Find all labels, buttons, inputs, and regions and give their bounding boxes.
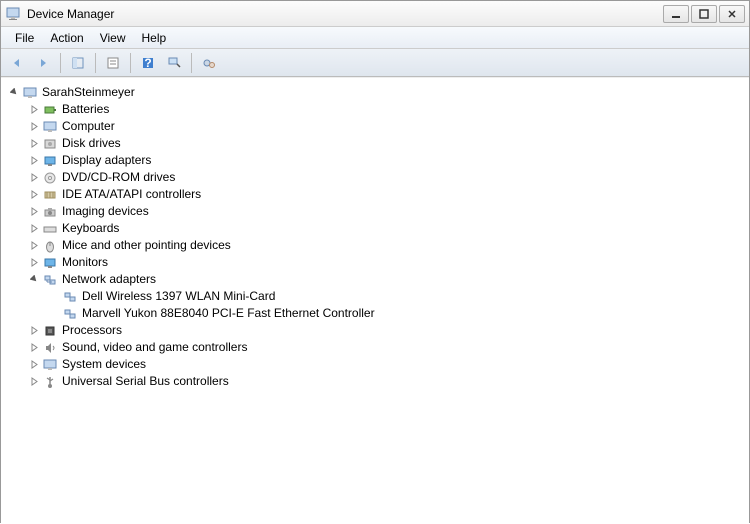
tree-category-processors[interactable]: Processors — [5, 322, 745, 339]
collapse-icon[interactable] — [29, 274, 40, 285]
tree-label: Keyboards — [62, 220, 119, 237]
tree-label: Monitors — [62, 254, 108, 271]
toolbar-separator — [191, 53, 192, 73]
computer-icon — [42, 119, 58, 135]
tree-label: Sound, video and game controllers — [62, 339, 247, 356]
close-button[interactable] — [719, 5, 745, 23]
tree-root[interactable]: SarahSteinmeyer — [5, 84, 745, 101]
tree-category-keyboards[interactable]: Keyboards — [5, 220, 745, 237]
expand-icon[interactable] — [29, 138, 40, 149]
expand-icon[interactable] — [29, 121, 40, 132]
expand-icon[interactable] — [29, 223, 40, 234]
toolbar: ? — [1, 49, 749, 77]
monitor-icon — [42, 255, 58, 271]
app-icon — [5, 6, 21, 22]
tree-label: Batteries — [62, 101, 109, 118]
toolbar-separator — [60, 53, 61, 73]
expand-icon[interactable] — [29, 359, 40, 370]
expand-icon[interactable] — [29, 257, 40, 268]
maximize-button[interactable] — [691, 5, 717, 23]
tree-device-wlan[interactable]: Dell Wireless 1397 WLAN Mini-Card — [5, 288, 745, 305]
system-icon — [42, 357, 58, 373]
expand-icon[interactable] — [29, 325, 40, 336]
menu-file[interactable]: File — [7, 29, 42, 47]
menubar: File Action View Help — [1, 27, 749, 49]
expand-icon[interactable] — [29, 104, 40, 115]
show-hide-button[interactable] — [66, 52, 90, 74]
scan-button[interactable] — [162, 52, 186, 74]
tree-label: System devices — [62, 356, 146, 373]
expand-icon[interactable] — [29, 240, 40, 251]
tree-category-sound[interactable]: Sound, video and game controllers — [5, 339, 745, 356]
help-button[interactable]: ? — [136, 52, 160, 74]
tree-device-ethernet[interactable]: Marvell Yukon 88E8040 PCI-E Fast Etherne… — [5, 305, 745, 322]
window-title: Device Manager — [27, 7, 663, 21]
network-adapter-icon — [62, 306, 78, 322]
tree-label: DVD/CD-ROM drives — [62, 169, 175, 186]
network-icon — [42, 272, 58, 288]
expand-icon[interactable] — [29, 342, 40, 353]
tree-label: Universal Serial Bus controllers — [62, 373, 229, 390]
menu-view[interactable]: View — [92, 29, 134, 47]
tree-label: Display adapters — [62, 152, 151, 169]
expand-icon[interactable] — [29, 206, 40, 217]
battery-icon — [42, 102, 58, 118]
tree-label: Imaging devices — [62, 203, 149, 220]
tree-category-monitors[interactable]: Monitors — [5, 254, 745, 271]
keyboard-icon — [42, 221, 58, 237]
speaker-icon — [42, 340, 58, 356]
tree-category-mice[interactable]: Mice and other pointing devices — [5, 237, 745, 254]
usb-icon — [42, 374, 58, 390]
expand-icon[interactable] — [29, 155, 40, 166]
svg-text:?: ? — [144, 56, 151, 70]
computer-icon — [22, 85, 38, 101]
camera-icon — [42, 204, 58, 220]
mouse-icon — [42, 238, 58, 254]
tree-category-dvd-cd[interactable]: DVD/CD-ROM drives — [5, 169, 745, 186]
tree-label: Mice and other pointing devices — [62, 237, 231, 254]
disk-icon — [42, 136, 58, 152]
titlebar: Device Manager — [1, 1, 749, 27]
controller-icon — [42, 187, 58, 203]
window-controls — [663, 5, 745, 23]
forward-button[interactable] — [31, 52, 55, 74]
tree-label: Dell Wireless 1397 WLAN Mini-Card — [82, 288, 275, 305]
tree-category-imaging[interactable]: Imaging devices — [5, 203, 745, 220]
properties-button[interactable] — [101, 52, 125, 74]
expand-icon[interactable] — [29, 172, 40, 183]
misc-button[interactable] — [197, 52, 221, 74]
tree-category-computer[interactable]: Computer — [5, 118, 745, 135]
tree-category-display-adapters[interactable]: Display adapters — [5, 152, 745, 169]
device-tree[interactable]: SarahSteinmeyer Batteries Computer Disk … — [1, 77, 749, 524]
network-adapter-icon — [62, 289, 78, 305]
tree-label: SarahSteinmeyer — [42, 84, 135, 101]
toolbar-separator — [130, 53, 131, 73]
toolbar-separator — [95, 53, 96, 73]
menu-action[interactable]: Action — [42, 29, 91, 47]
tree-label: Computer — [62, 118, 115, 135]
tree-category-disk-drives[interactable]: Disk drives — [5, 135, 745, 152]
disc-icon — [42, 170, 58, 186]
tree-label: Network adapters — [62, 271, 156, 288]
collapse-icon[interactable] — [9, 87, 20, 98]
tree-category-batteries[interactable]: Batteries — [5, 101, 745, 118]
tree-label: Disk drives — [62, 135, 121, 152]
expand-icon[interactable] — [29, 376, 40, 387]
display-icon — [42, 153, 58, 169]
tree-label: IDE ATA/ATAPI controllers — [62, 186, 201, 203]
cpu-icon — [42, 323, 58, 339]
expand-icon[interactable] — [29, 189, 40, 200]
tree-category-usb[interactable]: Universal Serial Bus controllers — [5, 373, 745, 390]
tree-category-network[interactable]: Network adapters — [5, 271, 745, 288]
back-button[interactable] — [5, 52, 29, 74]
tree-category-ide[interactable]: IDE ATA/ATAPI controllers — [5, 186, 745, 203]
minimize-button[interactable] — [663, 5, 689, 23]
menu-help[interactable]: Help — [134, 29, 175, 47]
tree-label: Processors — [62, 322, 122, 339]
tree-category-system[interactable]: System devices — [5, 356, 745, 373]
tree-label: Marvell Yukon 88E8040 PCI-E Fast Etherne… — [82, 305, 375, 322]
